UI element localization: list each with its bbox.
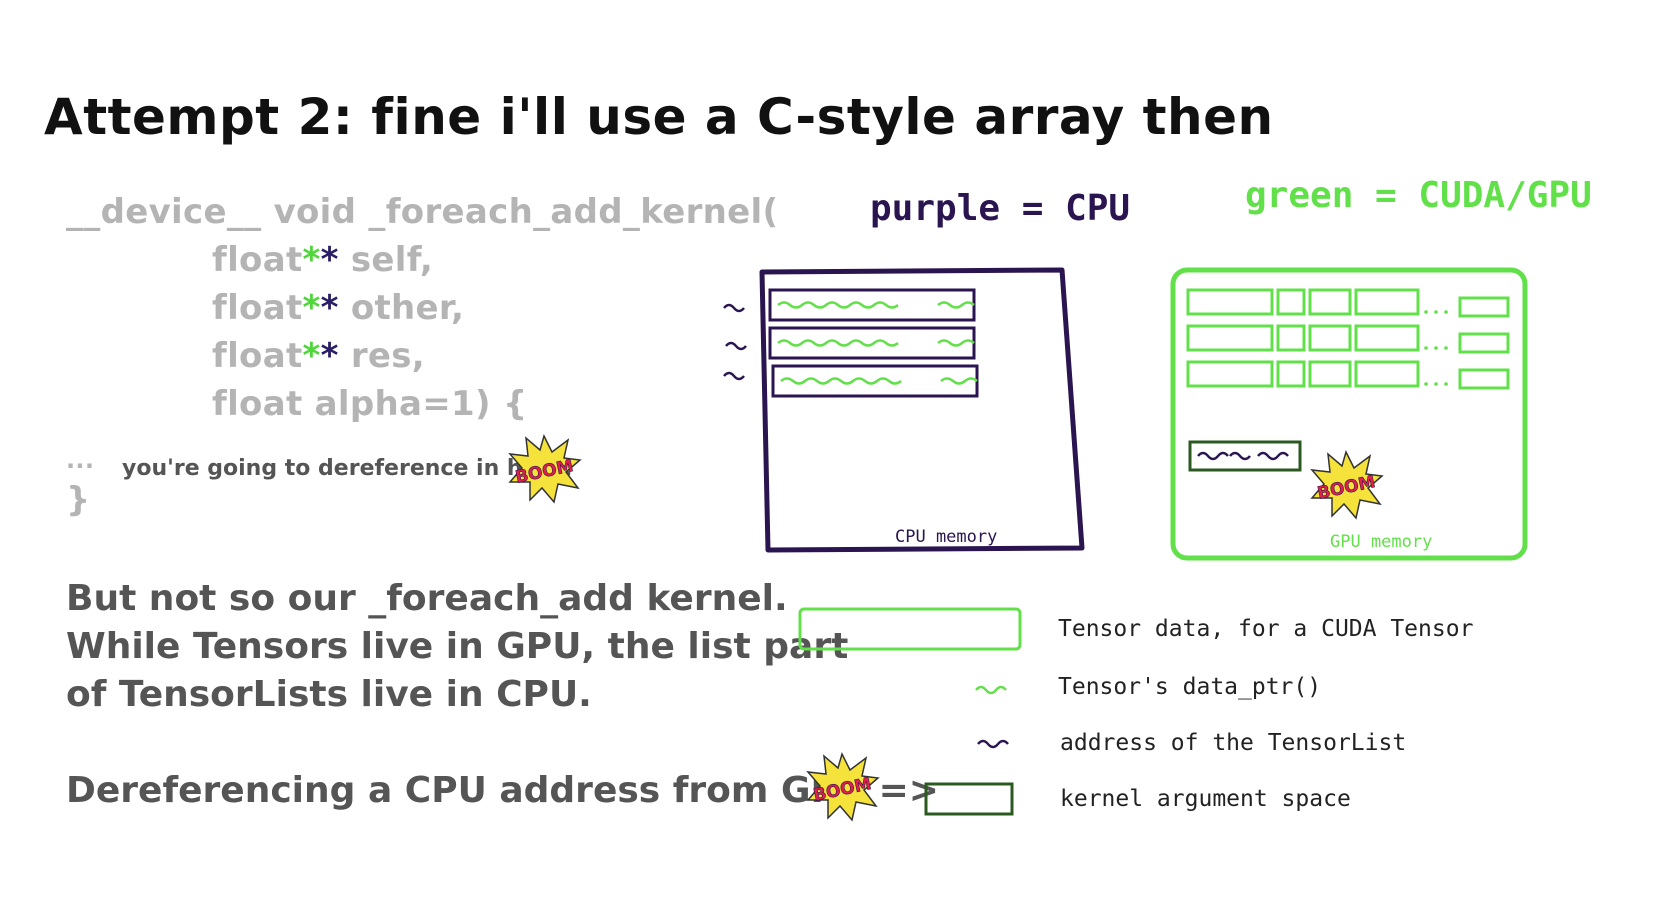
legend-item-kernel-arg-space: kernel argument space: [1060, 786, 1351, 812]
legend-kernel-arg-box: [924, 782, 1014, 816]
cpu-row-squiggles: [777, 301, 978, 385]
gpu-ellipsis-dots: [1424, 310, 1448, 386]
legend-data-ptr-squiggle: [975, 685, 1007, 695]
legend-item-tensorlist-address: address of the TensorList: [1060, 730, 1407, 756]
legend-item-data-ptr: Tensor's data_ptr(): [1058, 674, 1322, 700]
legend-address-squiggle: [977, 739, 1009, 749]
legend-tensor-data-box: [798, 607, 1022, 651]
cpu-memory-label: CPU memory: [895, 527, 997, 547]
gpu-tensor-blocks: [1186, 288, 1510, 390]
memory-diagram: BOOM BOOM BOOM CPU memory GPU memory: [508, 267, 1528, 822]
tensorlist-address-squiggles: [723, 303, 747, 381]
cpu-memory-box: [759, 267, 1085, 553]
legend-item-tensor-data: Tensor data, for a CUDA Tensor: [1058, 616, 1474, 642]
gpu-kernel-arg-squiggle: [1197, 451, 1289, 461]
gpu-memory-label: GPU memory: [1330, 532, 1432, 552]
